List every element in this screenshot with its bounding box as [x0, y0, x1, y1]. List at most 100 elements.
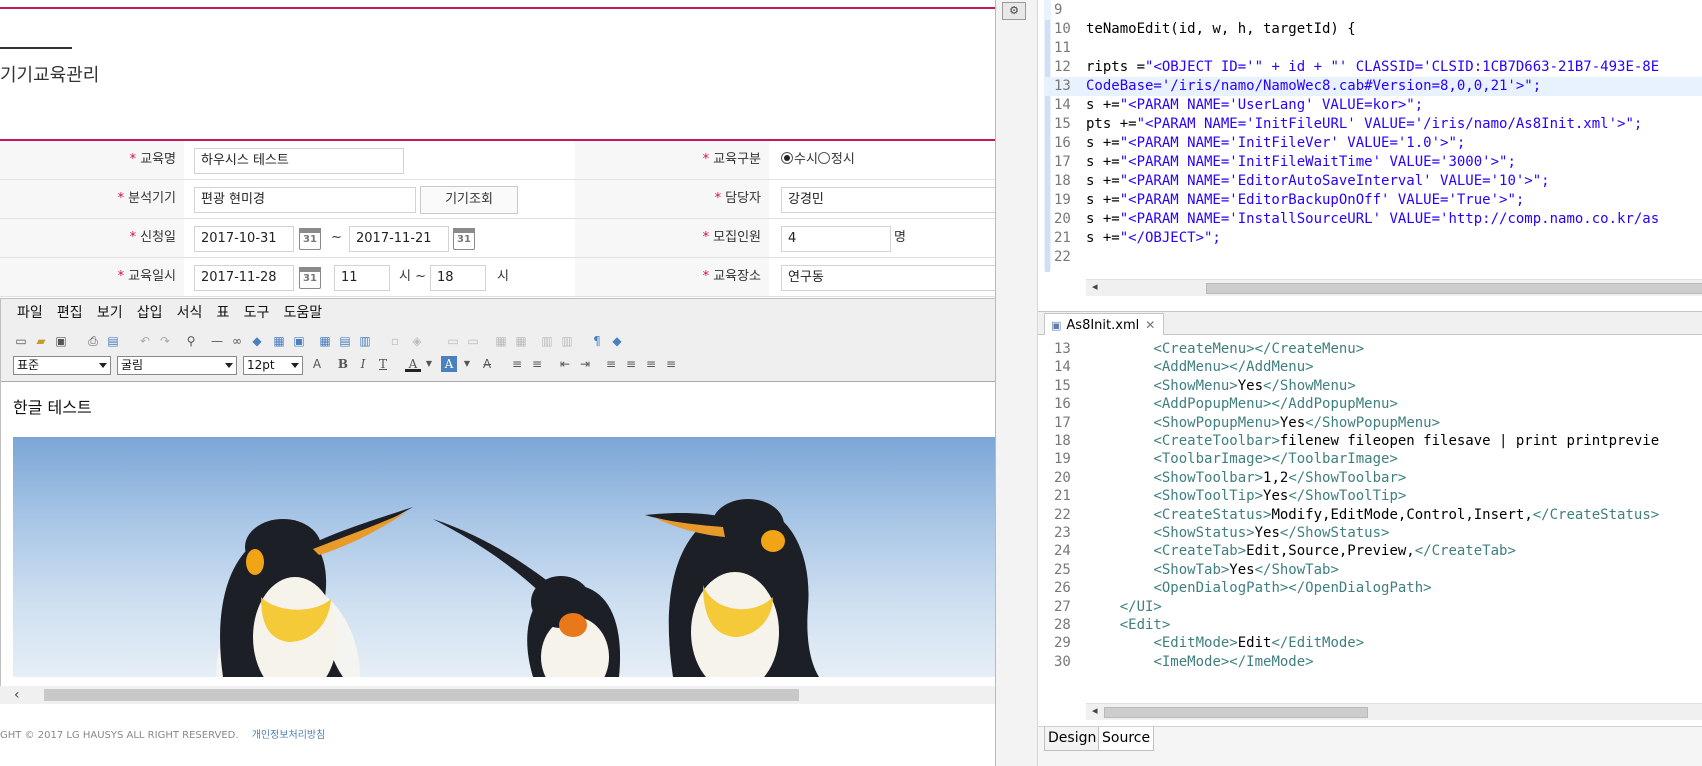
- menu-insert[interactable]: 삽입: [137, 299, 163, 327]
- open-folder-icon[interactable]: ▰: [33, 333, 49, 349]
- xml-text: <ImeMode></ImeMode>: [1153, 653, 1314, 670]
- close-icon[interactable]: ✕: [1145, 318, 1155, 332]
- bullet-list-icon[interactable]: ≡: [529, 356, 545, 372]
- calendar-icon[interactable]: 31: [453, 228, 475, 250]
- bookmark-icon[interactable]: ◆: [249, 333, 265, 349]
- print-icon[interactable]: ⎙: [85, 333, 101, 349]
- calendar-icon[interactable]: 31: [299, 267, 321, 289]
- course-date-input[interactable]: 2017-11-28: [194, 265, 294, 291]
- radio-occasional[interactable]: [781, 152, 793, 164]
- line-number: 21: [1054, 488, 1071, 505]
- editor-horizontal-scrollbar[interactable]: ‹: [0, 686, 995, 704]
- menu-format[interactable]: 서식: [177, 299, 203, 327]
- xml-line: 26 <OpenDialogPath></OpenDialogPath>: [1044, 579, 1702, 598]
- delete-row-icon[interactable]: ▦: [513, 333, 529, 349]
- line-number: 9: [1054, 2, 1063, 18]
- course-name-input[interactable]: 하우시스 테스트: [194, 148, 404, 174]
- link-icon[interactable]: ∞: [229, 333, 245, 349]
- calendar-icon[interactable]: 31: [299, 228, 321, 250]
- split-cells-icon[interactable]: ▭: [465, 333, 481, 349]
- numbered-list-icon[interactable]: ≡: [509, 356, 525, 372]
- menu-edit[interactable]: 편집: [57, 299, 83, 327]
- highlight-color-icon[interactable]: A: [441, 356, 457, 372]
- menu-tools[interactable]: 도구: [244, 299, 270, 327]
- hour-to-input[interactable]: 18: [430, 265, 486, 291]
- image-icon[interactable]: ▦: [271, 333, 287, 349]
- layer-icon[interactable]: ▣: [291, 333, 307, 349]
- menu-help[interactable]: 도움말: [283, 299, 322, 327]
- paragraph-mark-icon[interactable]: ¶: [589, 333, 605, 349]
- js-editor-hscroll[interactable]: ◂: [1086, 279, 1702, 296]
- xml-code-editor[interactable]: 13 <CreateMenu></CreateMenu> 14 <AddMenu>…: [1044, 338, 1702, 698]
- print-preview-icon[interactable]: ▤: [105, 333, 121, 349]
- bold-icon[interactable]: B: [335, 356, 351, 372]
- tab-source[interactable]: Source: [1098, 727, 1155, 751]
- line-number: 17: [1054, 414, 1071, 431]
- privacy-policy-link[interactable]: 개인정보처리방침: [252, 730, 326, 741]
- line-number: 23: [1054, 525, 1071, 541]
- js-code-editor[interactable]: 9 10 teNamoEdit(id, w, h, targetId) {11 12 r…: [1044, 0, 1702, 275]
- italic-icon[interactable]: I: [355, 356, 371, 372]
- line-number: 20: [1054, 211, 1071, 227]
- settings-icon[interactable]: ⚙: [1002, 2, 1026, 20]
- clear-format-icon[interactable]: A̶: [479, 356, 495, 372]
- instrument-input[interactable]: 편광 현미경: [194, 187, 416, 213]
- cell-icon[interactable]: ▫: [387, 333, 403, 349]
- horizontal-line-icon[interactable]: —: [209, 333, 225, 349]
- chevron-down-icon[interactable]: ▼: [459, 356, 475, 372]
- menu-table[interactable]: 표: [217, 299, 230, 327]
- line-number: 20: [1054, 469, 1071, 486]
- font-color-icon[interactable]: A: [405, 356, 421, 372]
- manager-input[interactable]: 강경민: [781, 187, 995, 213]
- align-right-icon[interactable]: ≡: [643, 356, 659, 372]
- scrollbar-thumb[interactable]: [44, 689, 799, 701]
- save-icon[interactable]: ▣: [53, 333, 69, 349]
- delete-col-icon[interactable]: ▥: [559, 333, 575, 349]
- chevron-down-icon[interactable]: ▼: [421, 356, 437, 372]
- find-icon[interactable]: ⚲: [183, 333, 199, 349]
- menu-view[interactable]: 보기: [97, 299, 123, 327]
- course-location-input[interactable]: 연구동: [781, 265, 995, 291]
- scroll-left-icon[interactable]: ◂: [1092, 704, 1098, 717]
- hour-from-input[interactable]: 11: [334, 265, 390, 291]
- table-insert-icon[interactable]: ▤: [337, 333, 353, 349]
- apply-date-to-input[interactable]: 2017-11-21: [349, 226, 449, 252]
- instrument-search-button[interactable]: 기기조회: [420, 186, 518, 214]
- scrollbar-thumb[interactable]: [1206, 283, 1702, 294]
- align-center-icon[interactable]: ≡: [623, 356, 639, 372]
- code-text: s +="</OBJECT>";: [1086, 230, 1221, 246]
- outdent-icon[interactable]: ⇤: [557, 356, 573, 372]
- undo-icon[interactable]: ↶: [137, 333, 153, 349]
- merge-cells-icon[interactable]: ▭: [445, 333, 461, 349]
- tag-icon[interactable]: ◆: [609, 333, 625, 349]
- new-file-icon[interactable]: ▭: [13, 333, 29, 349]
- font-size-select[interactable]: 12pt: [243, 356, 303, 375]
- xml-line: 16 <AddPopupMenu></AddPopupMenu>: [1044, 395, 1702, 414]
- editor-content-area[interactable]: 한글 테스트: [1, 381, 995, 691]
- redo-icon[interactable]: ↷: [157, 333, 173, 349]
- xml-editor-hscroll[interactable]: ◂: [1086, 703, 1702, 720]
- cell-color-icon[interactable]: ◈: [409, 333, 425, 349]
- tab-as8init-xml[interactable]: ▣ As8Init.xml ✕: [1044, 313, 1165, 335]
- align-left-icon[interactable]: ≡: [603, 356, 619, 372]
- indent-icon[interactable]: ⇥: [577, 356, 593, 372]
- paragraph-style-select[interactable]: 표준: [13, 356, 111, 375]
- apply-date-from-input[interactable]: 2017-10-31: [194, 226, 294, 252]
- scrollbar-thumb[interactable]: [1104, 707, 1368, 718]
- font-style-icon[interactable]: A: [309, 356, 325, 372]
- table-icon[interactable]: ▦: [317, 333, 333, 349]
- insert-row-icon[interactable]: ▦: [493, 333, 509, 349]
- line-number: 17: [1054, 154, 1071, 170]
- tab-design[interactable]: Design: [1044, 727, 1101, 751]
- align-justify-icon[interactable]: ≡: [663, 356, 679, 372]
- menu-file[interactable]: 파일: [17, 299, 43, 327]
- table-props-icon[interactable]: ▥: [357, 333, 373, 349]
- recruit-count-input[interactable]: 4: [781, 226, 891, 252]
- scroll-left-icon[interactable]: ◂: [1092, 280, 1098, 293]
- underline-icon[interactable]: T: [375, 356, 391, 372]
- scroll-left-icon[interactable]: ‹: [14, 687, 20, 703]
- insert-col-icon[interactable]: ▥: [539, 333, 555, 349]
- font-family-select[interactable]: 굴림: [117, 356, 237, 375]
- xml-text: <AddMenu></AddMenu>: [1153, 359, 1314, 376]
- radio-regular[interactable]: [817, 152, 830, 164]
